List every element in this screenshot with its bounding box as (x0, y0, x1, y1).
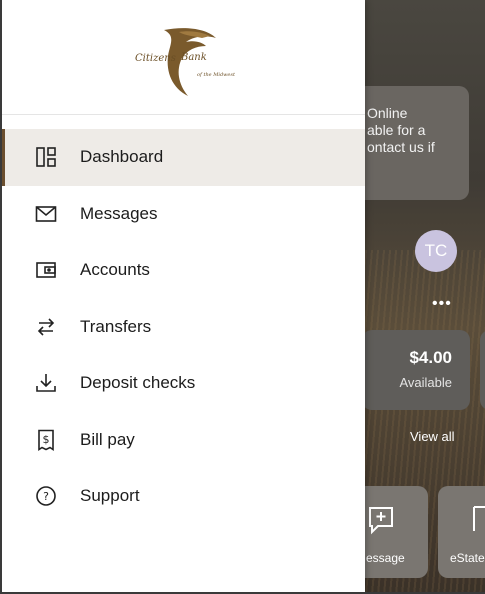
svg-text:?: ? (43, 490, 49, 503)
help-circle-icon: ? (35, 485, 57, 507)
account-available-label: Available (399, 375, 452, 390)
menu-item-support[interactable]: ? Support (0, 468, 365, 525)
menu-item-dashboard[interactable]: Dashboard (0, 129, 365, 186)
logo-text-citizens: Citizens (135, 53, 176, 64)
menu-label-deposit-checks: Deposit checks (80, 373, 196, 393)
menu-label-transfers: Transfers (80, 316, 152, 336)
menu-label-support: Support (80, 486, 140, 506)
mail-icon (35, 203, 57, 225)
message-tile-label: essage (366, 551, 405, 565)
bill-dollar-icon: $ (35, 429, 57, 451)
menu-item-bill-pay[interactable]: $ Bill pay (0, 412, 365, 469)
menu-item-deposit-checks[interactable]: Deposit checks (0, 355, 365, 412)
navigation-drawer: Citizens Bank of the Midwest Dashboard M… (0, 0, 365, 594)
account-card[interactable] (362, 330, 470, 410)
estatement-tile-label: eState (450, 551, 485, 565)
logo-text-midwest: of the Midwest (197, 72, 235, 78)
menu-item-accounts[interactable]: Accounts (0, 242, 365, 299)
account-card-next[interactable] (480, 330, 485, 410)
menu-item-messages[interactable]: Messages (0, 186, 365, 243)
menu-label-accounts: Accounts (80, 260, 150, 280)
view-all-link[interactable]: View all (410, 429, 455, 444)
drawer-divider (0, 114, 365, 115)
avatar[interactable]: TC (415, 230, 457, 272)
drawer-menu: Dashboard Messages Accounts Transfers De… (0, 129, 365, 525)
menu-label-dashboard: Dashboard (80, 147, 164, 167)
deposit-download-icon (35, 372, 57, 394)
estatement-icon (470, 504, 485, 539)
logo-text-bank: Bank (181, 52, 207, 63)
more-icon[interactable]: ••• (432, 295, 452, 313)
account-balance: $4.00 (409, 348, 452, 367)
wallet-icon (35, 259, 57, 281)
menu-item-transfers[interactable]: Transfers (0, 299, 365, 356)
screen-frame-left (0, 0, 2, 594)
notice-text: Online able for a ontact us if (367, 105, 435, 155)
dashboard-icon (35, 146, 57, 168)
menu-label-messages: Messages (80, 203, 158, 223)
menu-label-bill-pay: Bill pay (80, 429, 135, 449)
message-plus-icon (364, 504, 398, 541)
svg-text:$: $ (43, 433, 50, 446)
transfer-arrows-icon (35, 316, 57, 338)
